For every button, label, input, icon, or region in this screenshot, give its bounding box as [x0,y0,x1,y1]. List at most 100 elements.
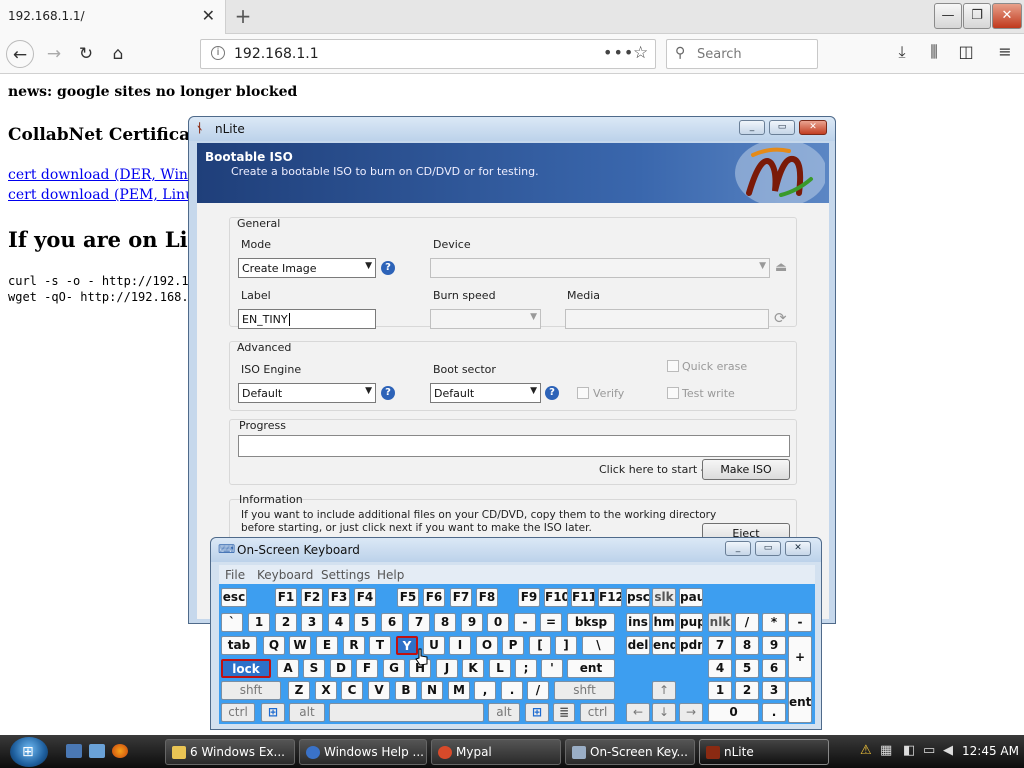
minimize-window-button[interactable]: — [934,3,962,29]
key-num-4[interactable]: 4 [708,659,732,678]
info-icon[interactable]: i [211,46,225,60]
key-p[interactable]: P [502,636,524,655]
key-m[interactable]: M [448,681,470,700]
key-f7[interactable]: F7 [450,588,472,607]
key-quote[interactable]: ' [541,659,563,678]
key-f9[interactable]: F9 [518,588,540,607]
key-comma[interactable]: , [474,681,496,700]
key-num-0[interactable]: 0 [708,703,759,722]
key-8[interactable]: 8 [434,613,456,632]
osk-close-button[interactable]: ✕ [785,541,811,556]
nlite-minimize-button[interactable]: _ [739,120,765,135]
key-num-star[interactable]: * [762,613,786,632]
volume-icon[interactable]: ◀ [943,743,953,758]
task-nlite[interactable]: nLite [699,739,829,765]
key-5[interactable]: 5 [354,613,376,632]
key-2[interactable]: 2 [275,613,297,632]
key-nlk[interactable]: nlk [708,613,732,632]
windows-key-icon[interactable]: ⊞ [261,703,285,722]
key-pdn[interactable]: pdn [679,636,703,655]
key-arrow-right[interactable]: → [679,703,703,722]
iso-engine-help-icon[interactable]: ? [381,386,395,400]
nlite-title-bar[interactable]: ᚾ nLite _ ▭ ✕ [189,117,835,141]
key-hm[interactable]: hm [652,613,676,632]
key-num-9[interactable]: 9 [762,636,786,655]
refresh-icon[interactable]: ⟳ [774,309,787,327]
key-right-alt[interactable]: alt [488,703,520,722]
url-bar[interactable]: i 192.168.1.1 ••• ☆ [200,39,656,69]
key-d[interactable]: D [330,659,352,678]
security-shield-icon[interactable]: ⚠ [860,743,872,758]
key-f5[interactable]: F5 [397,588,419,607]
nlite-close-button[interactable]: ✕ [799,120,827,135]
key-tab[interactable]: tab [221,636,257,655]
key-bracket-left[interactable]: [ [529,636,551,655]
key-num-minus[interactable]: - [788,613,812,632]
key-f1[interactable]: F1 [275,588,297,607]
osk-minimize-button[interactable]: _ [725,541,751,556]
key-num-5[interactable]: 5 [735,659,759,678]
key-arrow-left[interactable]: ← [626,703,650,722]
key-f[interactable]: F [356,659,378,678]
eject-icon[interactable]: ⏏ [775,260,787,275]
task-mypal[interactable]: Mypal [431,739,561,765]
reload-icon[interactable]: ↻ [72,40,100,68]
key-num-2[interactable]: 2 [735,681,759,700]
key-f4[interactable]: F4 [354,588,376,607]
key-arrow-down[interactable]: ↓ [652,703,676,722]
windows-key-right-icon[interactable]: ⊞ [525,703,549,722]
switch-windows-icon[interactable] [89,744,105,758]
key-f10[interactable]: F10 [544,588,568,607]
device-select[interactable]: ▼ [430,258,770,278]
key-minus[interactable]: - [514,613,536,632]
key-o[interactable]: O [476,636,498,655]
key-left-alt[interactable]: alt [289,703,325,722]
key-c[interactable]: C [341,681,363,700]
key-right-ctrl[interactable]: ctrl [580,703,615,722]
key-arrow-up[interactable]: ↑ [652,681,676,700]
start-button[interactable]: ⊞ [10,737,48,767]
boot-sector-help-icon[interactable]: ? [545,386,559,400]
show-desktop-icon[interactable] [66,744,82,758]
key-right-shift[interactable]: shft [554,681,615,700]
key-left-ctrl[interactable]: ctrl [221,703,255,722]
boot-sector-select[interactable]: Default ▼ [430,383,541,403]
key-f2[interactable]: F2 [301,588,323,607]
key-caps-lock[interactable]: lock [221,659,271,678]
cert-pem-link[interactable]: cert download (PEM, Linux) [8,187,207,203]
key-i[interactable]: I [449,636,471,655]
key-esc[interactable]: esc [221,588,247,607]
browser-tab[interactable]: 192.168.1.1/ ✕ [0,0,226,34]
osk-title-bar[interactable]: ⌨ On-Screen Keyboard _ ▭ ✕ [211,538,821,562]
search-input[interactable]: ⚲ Search [666,39,818,69]
key-num-plus[interactable]: + [788,636,812,678]
key-b[interactable]: B [395,681,417,700]
key-num-slash[interactable]: / [735,613,759,632]
forward-icon[interactable]: → [40,40,68,68]
key-equals[interactable]: = [540,613,562,632]
monitor-icon[interactable]: ▭ [923,743,935,758]
key-f8[interactable]: F8 [476,588,498,607]
key-e[interactable]: E [316,636,338,655]
key-pau[interactable]: pau [679,588,703,607]
key-6[interactable]: 6 [381,613,403,632]
key-l[interactable]: L [489,659,511,678]
key-pup[interactable]: pup [679,613,703,632]
menu-icon[interactable]: ≡ [994,42,1016,61]
key-backtick[interactable]: ` [221,613,243,632]
key-7[interactable]: 7 [408,613,430,632]
osk-maximize-button[interactable]: ▭ [755,541,781,556]
restore-window-button[interactable]: ❐ [963,3,991,29]
iso-engine-select[interactable]: Default ▼ [238,383,376,403]
key-4[interactable]: 4 [328,613,350,632]
menu-help[interactable]: Help [377,568,404,582]
menu-key-icon[interactable]: ≣ [553,703,575,722]
make-iso-button[interactable]: Make ISO [702,459,790,480]
key-num-enter[interactable]: ent [788,681,812,723]
key-f3[interactable]: F3 [328,588,350,607]
key-slash[interactable]: / [527,681,549,700]
key-psc[interactable]: psc [626,588,650,607]
label-input[interactable]: EN_TINY [238,309,376,329]
key-t[interactable]: T [369,636,391,655]
key-f6[interactable]: F6 [423,588,445,607]
